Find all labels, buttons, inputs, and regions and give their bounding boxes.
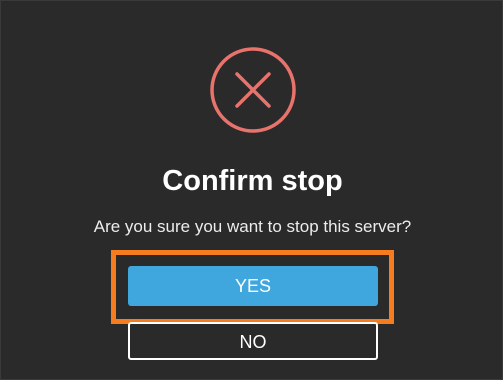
no-button[interactable]: NO: [128, 322, 378, 360]
dialog-title: Confirm stop: [162, 165, 343, 197]
yes-button[interactable]: YES: [128, 266, 378, 306]
confirm-stop-dialog: Confirm stop Are you sure you want to st…: [0, 0, 503, 380]
close-circle-icon: [209, 46, 297, 134]
dialog-message: Are you sure you want to stop this serve…: [93, 217, 412, 236]
